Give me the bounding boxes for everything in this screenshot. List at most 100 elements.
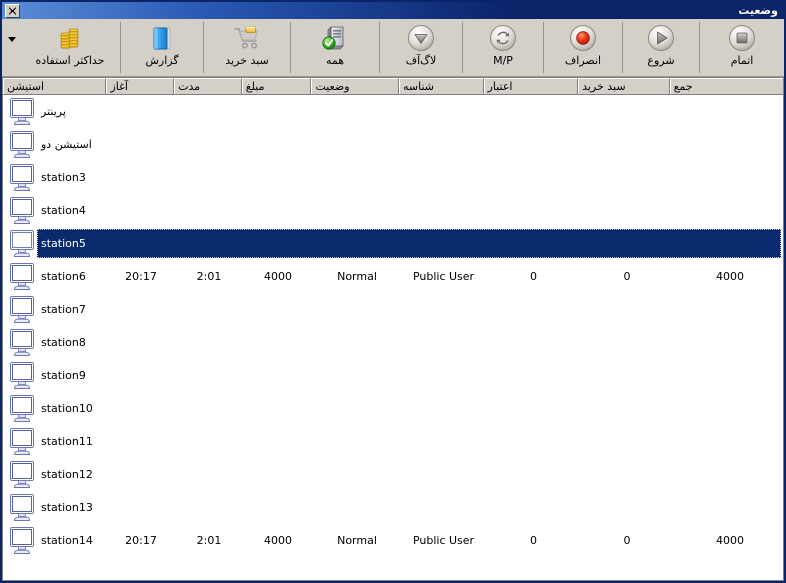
column-header-start[interactable]: آغاز: [106, 78, 175, 94]
cell-station[interactable]: station11: [3, 427, 107, 456]
table-row[interactable]: station12: [3, 458, 783, 491]
cell-station[interactable]: station14: [3, 526, 107, 555]
monitor-icon: [10, 427, 34, 455]
cell-station[interactable]: station13: [3, 493, 107, 522]
table-row[interactable]: station9: [3, 359, 783, 392]
station-name: station10: [41, 402, 93, 415]
cell-total: 4000: [716, 534, 744, 547]
close-button[interactable]: [5, 3, 20, 18]
play-button-icon: [644, 23, 678, 53]
monitor-icon: [10, 460, 34, 488]
toolbar-dropdown-max-usage[interactable]: [4, 19, 20, 76]
cell-station[interactable]: station10: [3, 394, 107, 423]
toolbar-label-cancel: انصراف: [564, 54, 602, 67]
cell-status: Normal: [337, 534, 377, 547]
monitor-icon: [10, 493, 34, 521]
toolbar-button-max-usage[interactable]: حداکثر استفاده: [20, 19, 120, 76]
cell-station[interactable]: station5: [3, 229, 107, 258]
cell-station[interactable]: station7: [3, 295, 107, 324]
monitor-icon: [10, 163, 34, 191]
column-header-credit[interactable]: اعتبار: [483, 78, 579, 94]
cell-start: 20:17: [125, 534, 157, 547]
cell-station[interactable]: پرینتر: [3, 97, 107, 126]
monitor-icon: [10, 295, 34, 323]
toolbar-button-mp[interactable]: M/P: [463, 19, 543, 76]
stations-listview: استیشن آغاز مدت مبلغ وضعیت شناسه اعتبار …: [2, 77, 784, 581]
monitor-icon: [9, 328, 35, 357]
toolbar-filler: [2, 19, 4, 76]
cell-amount: 4000: [264, 270, 292, 283]
toolbar-button-report[interactable]: گزارش: [121, 19, 203, 76]
column-header-cart[interactable]: سبد خرید: [578, 78, 670, 94]
station-name: station14: [41, 534, 93, 547]
close-icon: [9, 6, 16, 15]
toolbar-button-start[interactable]: شروع: [623, 19, 699, 76]
station-name: station11: [41, 435, 93, 448]
cell-station[interactable]: station8: [3, 328, 107, 357]
toolbar-button-cancel[interactable]: انصراف: [544, 19, 622, 76]
column-header-status[interactable]: وضعیت: [311, 78, 399, 94]
column-header-duration[interactable]: مدت: [174, 78, 242, 94]
toolbar-button-cart[interactable]: سبد خرید: [204, 19, 290, 76]
table-row[interactable]: پرینتر: [3, 95, 783, 128]
monitor-icon: [10, 361, 34, 389]
station-name: station7: [41, 303, 86, 316]
toolbar-label-start: شروع: [647, 54, 675, 67]
table-row[interactable]: station7: [3, 293, 783, 326]
monitor-icon: [9, 526, 35, 555]
table-row[interactable]: station3: [3, 161, 783, 194]
monitor-active-icon: [9, 262, 35, 291]
toolbar-label-mp: M/P: [493, 54, 513, 67]
monitor-icon: [9, 295, 35, 324]
monitor-icon: [9, 394, 35, 423]
station-name: station8: [41, 336, 86, 349]
table-row[interactable]: station6 20:17 2:01 4000 Normal Public User 0 0…: [3, 260, 783, 293]
cell-duration: 2:01: [196, 534, 222, 547]
record-button-icon: [566, 23, 600, 53]
table-row[interactable]: station11: [3, 425, 783, 458]
table-row[interactable]: station5: [3, 227, 783, 260]
server-check-icon: [318, 23, 352, 53]
toolbar-label-max-usage: حداکثر استفاده: [35, 54, 105, 67]
column-header-amount[interactable]: مبلغ: [241, 78, 312, 94]
monitor-icon: [10, 97, 34, 125]
window-titlebar[interactable]: وضعیت: [2, 2, 784, 19]
main-toolbar: اتمام: [2, 19, 784, 77]
monitor-icon: [9, 427, 35, 456]
cell-id: Public User: [412, 534, 475, 547]
monitor-icon: [9, 493, 35, 522]
cell-station[interactable]: station4: [3, 196, 107, 225]
station-name: station13: [41, 501, 93, 514]
toolbar-label-finish: اتمام: [730, 54, 754, 67]
table-row[interactable]: station14 20:17 2:01 4000 Normal Public User 0…: [3, 524, 783, 557]
monitor-active-icon: [10, 262, 34, 290]
cell-station[interactable]: station12: [3, 460, 107, 489]
cell-station[interactable]: station3: [3, 163, 107, 192]
monitor-icon: [9, 130, 35, 159]
listview-body: پرینتر استیشن دو station3 station4 station5 s…: [3, 95, 783, 580]
column-header-station[interactable]: استیشن: [3, 78, 107, 94]
monitor-icon: [9, 460, 35, 489]
monitor-dimmed-icon: [10, 229, 34, 257]
station-name: station5: [41, 237, 86, 250]
cell-station[interactable]: station9: [3, 361, 107, 390]
table-row[interactable]: station4: [3, 194, 783, 227]
toolbar-button-logoff[interactable]: لاگ‌آف: [380, 19, 462, 76]
toolbar-button-all[interactable]: همه: [291, 19, 379, 76]
table-row[interactable]: استیشن دو: [3, 128, 783, 161]
cell-credit: 0: [530, 270, 537, 283]
toolbar-button-finish[interactable]: اتمام: [700, 19, 784, 76]
gold-coins-icon: [53, 23, 87, 53]
cell-cart: 0: [623, 534, 631, 547]
column-header-id[interactable]: شناسه: [399, 78, 484, 94]
toolbar-label-logoff: لاگ‌آف: [405, 54, 437, 67]
table-row[interactable]: station8: [3, 326, 783, 359]
cell-station[interactable]: station6: [3, 262, 107, 291]
cell-station[interactable]: استیشن دو: [3, 130, 107, 159]
toolbar-label-cart: سبد خرید: [225, 54, 269, 67]
cell-start: 20:17: [125, 270, 157, 283]
table-row[interactable]: station10: [3, 392, 783, 425]
column-header-total[interactable]: جمع: [669, 78, 783, 94]
station-name: station3: [41, 171, 86, 184]
table-row[interactable]: station13: [3, 491, 783, 524]
